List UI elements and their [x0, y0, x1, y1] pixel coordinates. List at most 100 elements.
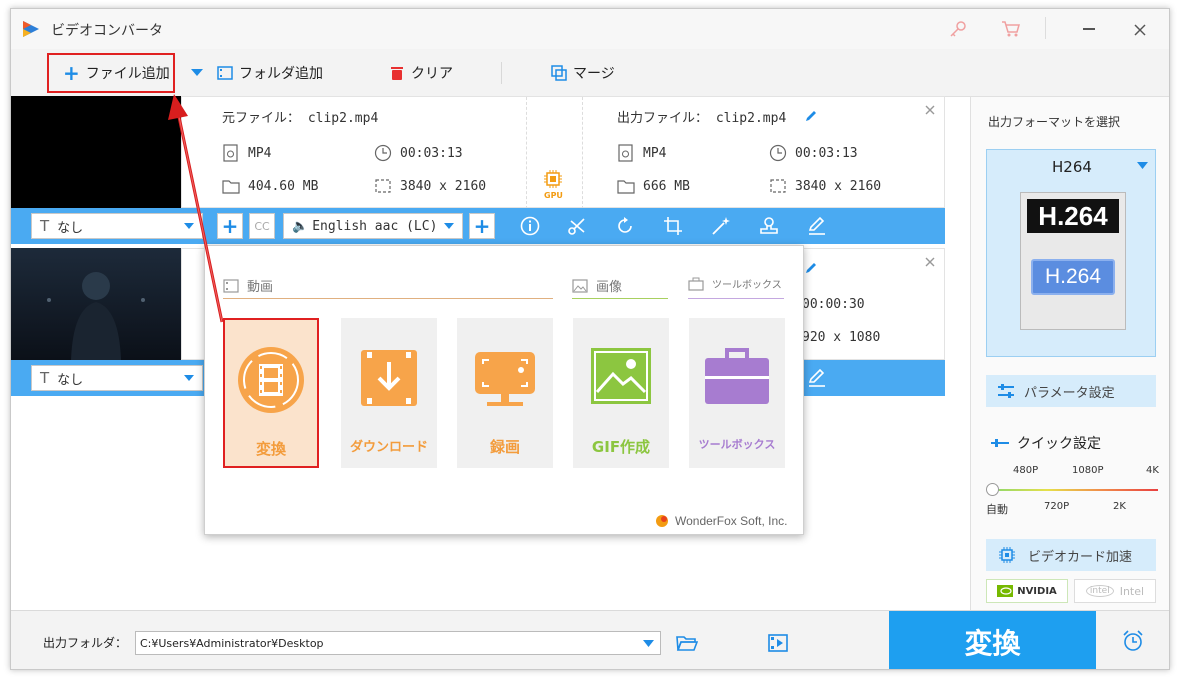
video-thumbnail-2[interactable] — [11, 248, 181, 360]
info-icon[interactable] — [519, 215, 541, 237]
source-file-name: 元ファイル： clip2.mp4 — [222, 111, 379, 126]
out-format: MP4 — [617, 144, 666, 162]
subtitle-select-2[interactable]: T なし — [31, 365, 203, 391]
clock-icon — [374, 144, 392, 162]
format-card-image: H.264 H.264 — [1020, 192, 1126, 330]
title-bar: ビデオコンバータ — [11, 9, 1169, 49]
gpu-label: GPU — [544, 191, 563, 200]
section-toolbox-header: ツールボックス — [688, 276, 782, 291]
audio-value: English aac (LC) — [312, 218, 438, 234]
thumbnail-figure — [47, 272, 145, 360]
tile-convert-label: 変換 — [255, 440, 286, 458]
quick-settings-header: クイック設定 — [991, 433, 1101, 453]
format-selector[interactable]: H264 H.264 H.264 — [986, 149, 1156, 357]
section-video-label: 動画 — [247, 280, 274, 295]
quality-slider[interactable]: 480P 1080P 4K 自動 720P 2K — [986, 465, 1159, 525]
wonderfox-logo-icon — [656, 515, 668, 527]
bottom-bar: 出力フォルダ： C:¥Users¥Administrator¥Desktop 変… — [11, 610, 1169, 669]
out-resolution-2: 920 x 1080 — [802, 330, 881, 345]
toolbar-divider — [501, 62, 502, 84]
image-icon — [572, 278, 588, 293]
toolbar: + ファイル追加 フォルダ追加 クリア マージ — [11, 49, 1169, 97]
add-subtitle-button[interactable]: + — [217, 213, 243, 239]
gif-image-icon — [591, 348, 651, 404]
src-format-value: MP4 — [248, 145, 272, 161]
src-format: MP4 — [222, 144, 271, 162]
merge-button[interactable]: マージ — [551, 59, 615, 87]
audio-select-1[interactable]: 🔈 English aac (LC) — [283, 213, 463, 239]
feature-popup: 動画 画像 ツールボックス 変換 ダウンロード 録画 GIF作成 ツールボックス… — [204, 245, 804, 535]
gpu-chip-icon — [544, 170, 562, 188]
tile-convert[interactable]: 変換 — [223, 318, 319, 468]
clear-button[interactable]: クリア — [389, 59, 453, 87]
src-duration: 00:03:13 — [374, 144, 463, 162]
gpu-accel-label: ビデオカード加速 — [1028, 549, 1133, 565]
toolbox-case-icon — [705, 348, 769, 404]
merge-icon — [551, 65, 567, 81]
resolution-icon — [375, 179, 391, 193]
section-toolbox-label: ツールボックス — [712, 280, 782, 291]
chevron-down-icon — [643, 639, 654, 647]
out-size: 666 MB — [617, 177, 690, 195]
video-thumbnail-1[interactable] — [11, 96, 181, 208]
text-icon: T — [40, 217, 50, 235]
titlebar-divider — [1045, 17, 1046, 39]
open-folder-icon[interactable] — [676, 634, 698, 652]
cart-icon[interactable] — [1001, 20, 1021, 38]
clock-icon — [769, 144, 787, 162]
tile-toolbox[interactable]: ツールボックス — [689, 318, 785, 468]
nvidia-button[interactable]: NVIDIA — [986, 579, 1068, 603]
close-window-button[interactable] — [1133, 23, 1147, 37]
watermark-stamp-icon[interactable] — [758, 215, 780, 237]
chevron-down-icon — [444, 223, 454, 229]
scissors-icon[interactable] — [566, 215, 588, 237]
tile-gif[interactable]: GIF作成 — [573, 318, 669, 468]
edit-pencil-icon[interactable] — [804, 109, 818, 123]
folder-icon — [222, 180, 240, 194]
add-folder-button[interactable]: フォルダ追加 — [217, 59, 323, 87]
edit-icon[interactable] — [806, 215, 828, 237]
subtitle-value: なし — [57, 220, 84, 236]
section-video-header: 動画 — [223, 276, 273, 295]
download-icon — [361, 350, 417, 406]
intel-logo-icon: intel — [1085, 585, 1114, 597]
add-audio-button[interactable]: + — [469, 213, 495, 239]
out-format-value: MP4 — [643, 145, 667, 161]
plus-icon: + — [473, 214, 491, 238]
key-icon[interactable] — [949, 20, 967, 38]
cc-button[interactable]: CC — [249, 213, 275, 239]
crop-icon[interactable] — [662, 215, 684, 237]
format-sidebar: 出力フォーマットを選択 H264 H.264 H.264 パラメータ設定 クイッ… — [970, 97, 1169, 610]
intel-button[interactable]: intel Intel — [1074, 579, 1156, 603]
folder-icon — [617, 180, 635, 194]
app-logo-icon — [23, 21, 39, 37]
add-folder-label: フォルダ追加 — [239, 66, 323, 82]
gpu-accel-button[interactable]: ビデオカード加速 — [986, 539, 1156, 571]
preview-video-icon[interactable] — [767, 633, 789, 653]
video-file-icon — [223, 144, 238, 162]
parameter-settings-button[interactable]: パラメータ設定 — [986, 375, 1156, 407]
magic-wand-icon[interactable] — [710, 215, 732, 237]
tile-record[interactable]: 録画 — [457, 318, 553, 468]
add-file-dropdown-icon[interactable] — [191, 69, 203, 77]
file-item-1: 元ファイル： clip2.mp4 MP4 00:03:13 404.60 MB … — [181, 96, 945, 209]
subtitle-select-1[interactable]: T なし — [31, 213, 203, 239]
tile-download[interactable]: ダウンロード — [341, 318, 437, 468]
subtitle-value: なし — [57, 372, 84, 388]
convert-button[interactable]: 変換 — [889, 611, 1096, 669]
output-folder-label: 出力フォルダ： — [43, 636, 128, 650]
add-file-button[interactable]: + ファイル追加 — [47, 53, 175, 93]
intel-label: Intel — [1119, 584, 1145, 598]
edit-icon[interactable] — [806, 367, 828, 389]
alarm-clock-icon[interactable] — [1121, 629, 1145, 653]
out-duration-value: 00:03:13 — [795, 145, 858, 161]
rotate-icon[interactable] — [614, 215, 636, 237]
out-duration: 00:03:13 — [769, 144, 858, 162]
minimize-button[interactable] — [1083, 28, 1095, 30]
remove-file-icon[interactable] — [925, 257, 935, 267]
quality-knob[interactable] — [986, 483, 999, 496]
cc-icon: CC — [254, 219, 270, 233]
remove-file-icon[interactable] — [925, 105, 935, 115]
edit-pencil-icon[interactable] — [804, 261, 818, 275]
output-path-field[interactable]: C:¥Users¥Administrator¥Desktop — [135, 631, 661, 655]
